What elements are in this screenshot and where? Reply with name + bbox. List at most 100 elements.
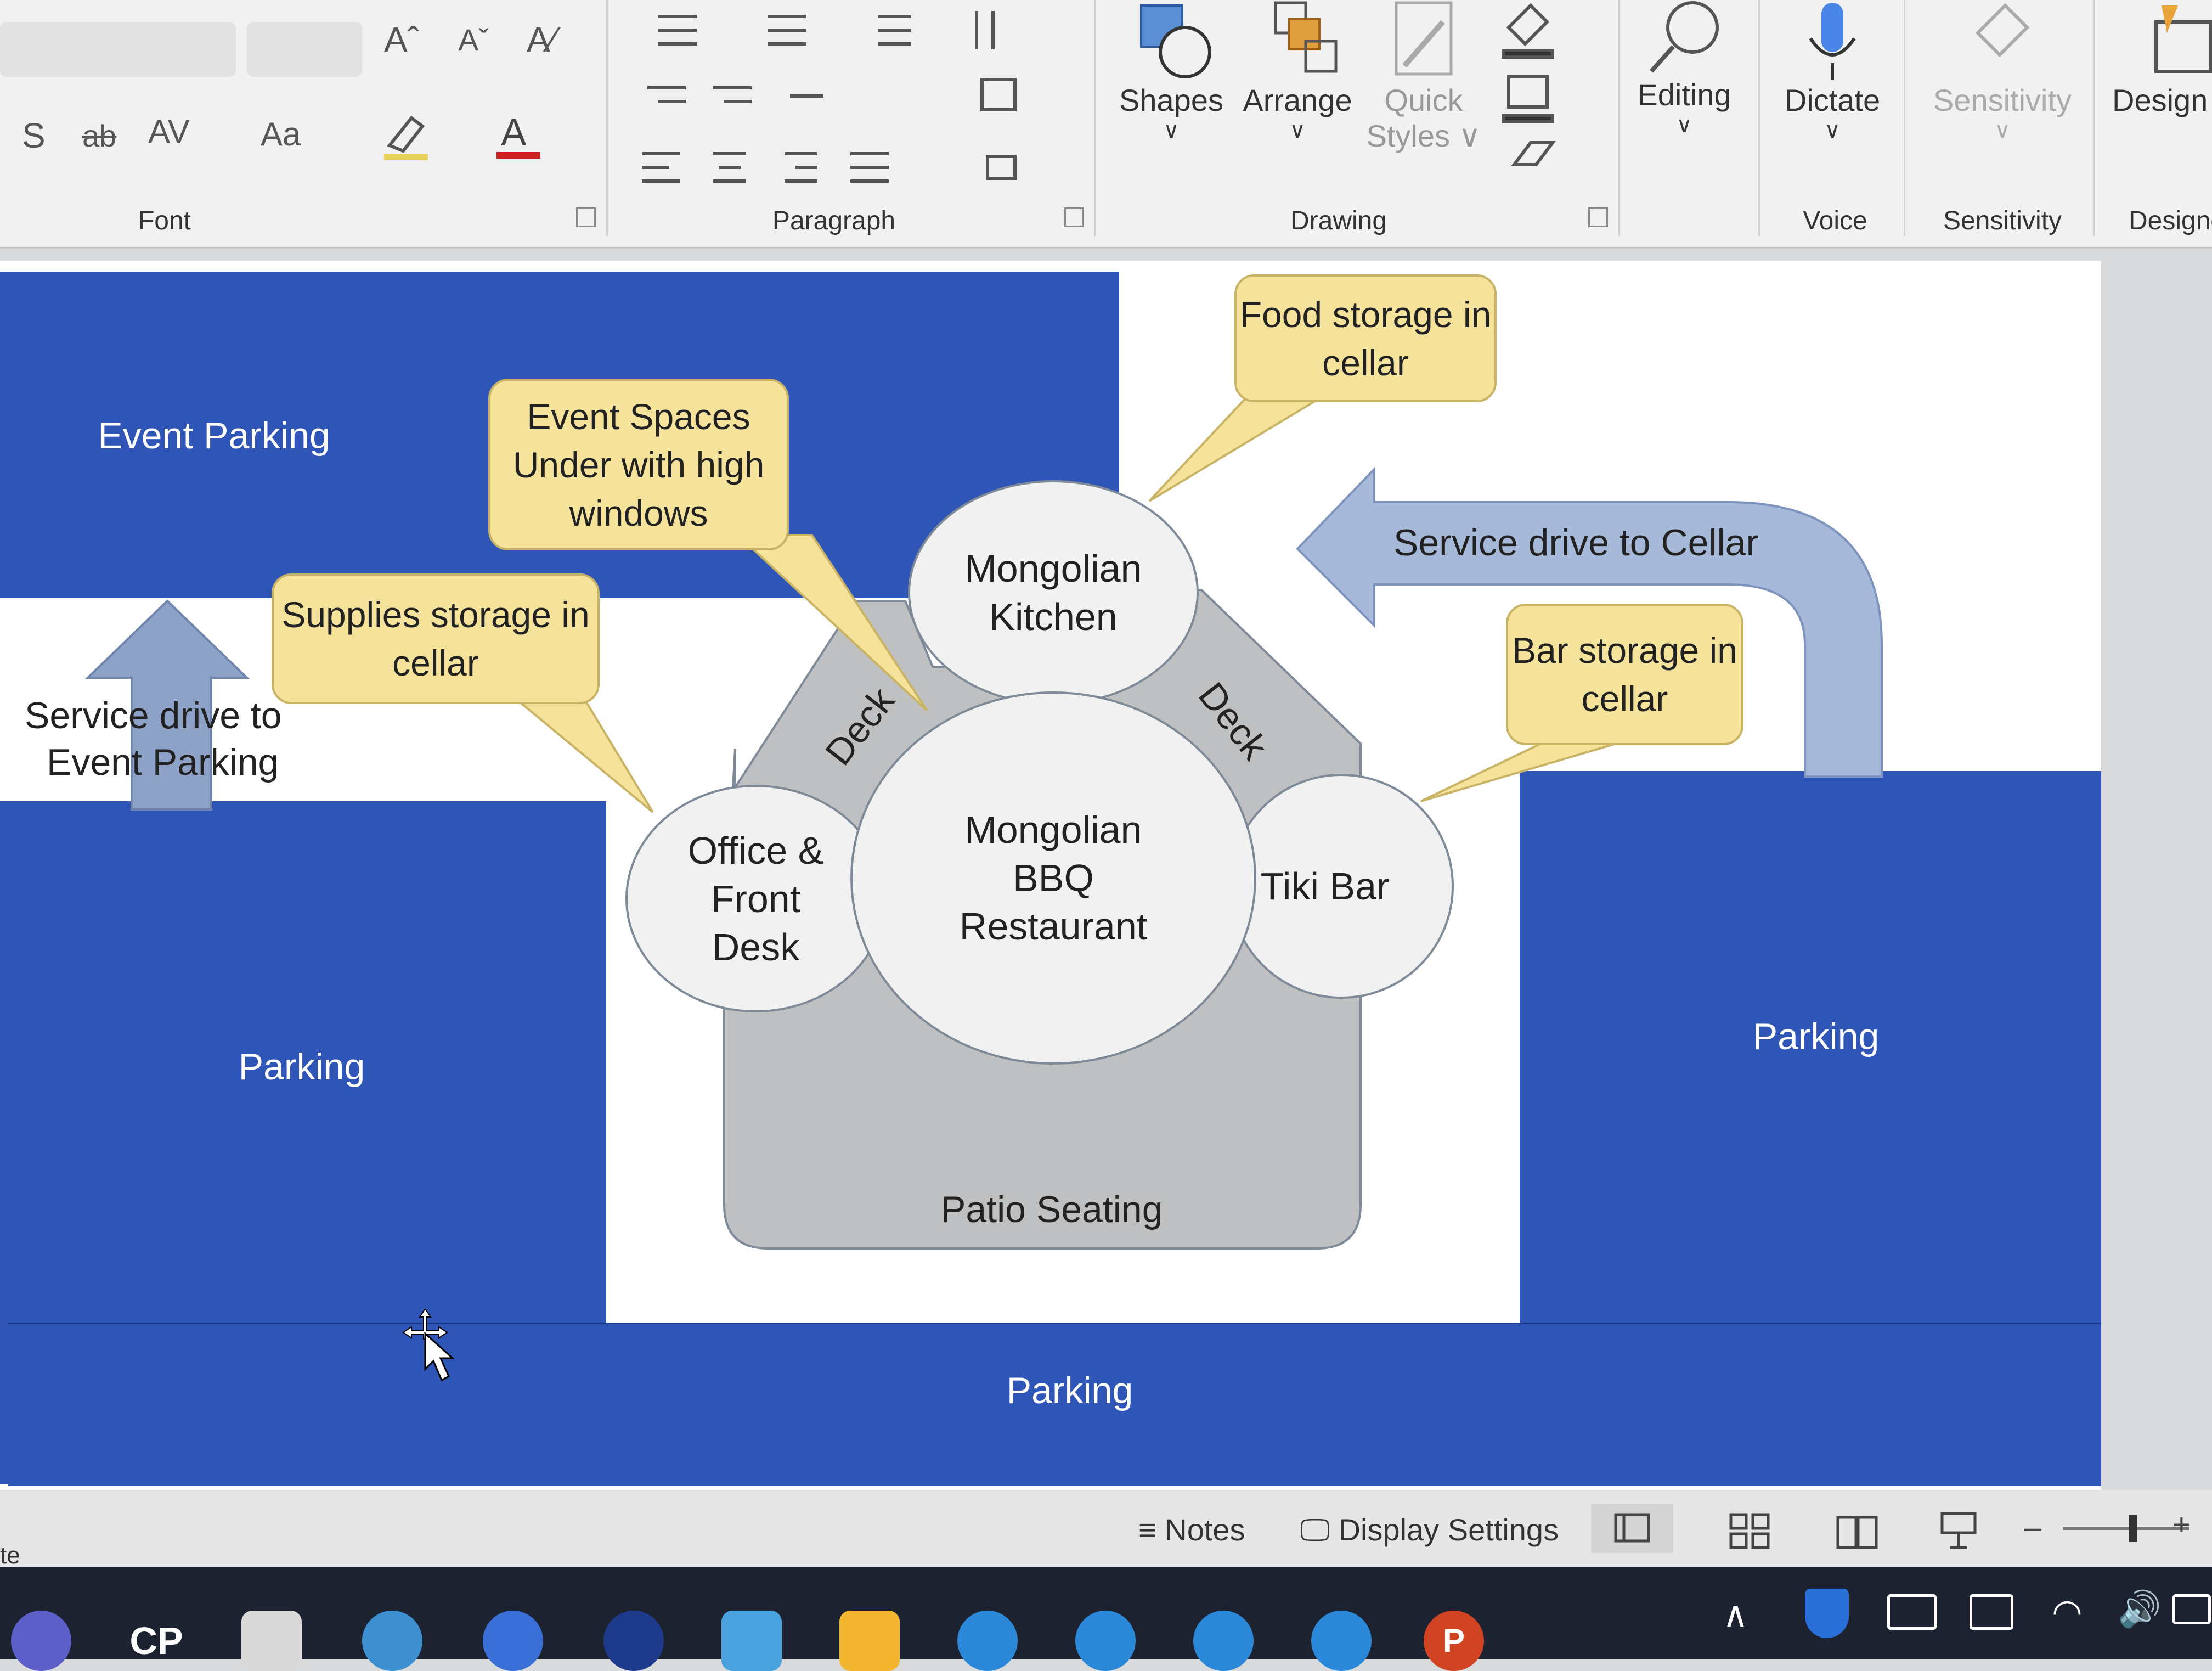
mongolian-kitchen-label: Mongolian Kitchen bbox=[964, 547, 1142, 638]
bar-storage-pointer bbox=[1420, 737, 1635, 802]
notepad-icon[interactable] bbox=[721, 1611, 782, 1671]
display-settings-icon: 🖵 bbox=[1300, 1512, 1330, 1547]
move-cursor-icon bbox=[402, 1309, 455, 1382]
shapes-icon bbox=[1140, 4, 1211, 78]
group-label-paragraph: Paragraph bbox=[772, 206, 896, 235]
callout-bar-storage[interactable]: Bar storage in cellar bbox=[1506, 604, 1743, 745]
notes-label: Notes bbox=[1165, 1512, 1245, 1547]
font-size-combo[interactable] bbox=[247, 22, 362, 77]
shapes-button[interactable]: Shapes ∨ bbox=[1119, 0, 1223, 143]
notes-button[interactable]: ≡ Notes bbox=[1138, 1512, 1245, 1548]
shape-fill-outline-effects-icons[interactable] bbox=[1492, 0, 1580, 176]
office-front-desk-circle[interactable]: Office & Front Desk bbox=[625, 785, 886, 1012]
arrange-label: Arrange bbox=[1243, 83, 1352, 117]
zoom-slider-thumb[interactable] bbox=[2129, 1515, 2137, 1542]
snipping-tool-icon[interactable] bbox=[241, 1611, 302, 1671]
group-label-voice: Voice bbox=[1803, 206, 1867, 235]
grow-font-icon[interactable]: Aˆ bbox=[384, 19, 419, 60]
chat-app-icon[interactable] bbox=[603, 1611, 664, 1671]
chevron-up-icon[interactable]: ∧ bbox=[1723, 1594, 1748, 1635]
edge-icon[interactable] bbox=[957, 1611, 1018, 1671]
restaurant-label: Mongolian BBQ Restaurant bbox=[959, 808, 1148, 948]
zoom-out-icon[interactable]: – bbox=[2024, 1509, 2046, 1545]
callout-supplies-storage[interactable]: Supplies storage in cellar bbox=[272, 573, 600, 704]
edge-profile-icon[interactable] bbox=[1311, 1611, 1372, 1671]
dictate-label: Dictate bbox=[1784, 83, 1881, 117]
editing-button[interactable]: Editing ∨ bbox=[1629, 0, 1739, 138]
font-name-combo[interactable] bbox=[0, 22, 236, 77]
paragraph-tools-icons[interactable] bbox=[636, 5, 1075, 187]
highlighter-icon[interactable] bbox=[379, 107, 439, 162]
touchpad-icon[interactable] bbox=[1970, 1594, 2013, 1630]
service-drive-event-label-2: Event Parking bbox=[47, 741, 279, 783]
edge-profile-icon[interactable] bbox=[1075, 1611, 1136, 1671]
chevron-down-icon: ∨ bbox=[1824, 119, 1841, 143]
font-color-icon[interactable]: A bbox=[491, 107, 551, 162]
globe-app-icon[interactable] bbox=[362, 1611, 422, 1671]
tiki-bar-circle[interactable]: Tiki Bar bbox=[1229, 774, 1454, 999]
change-case-icon[interactable]: Aa bbox=[261, 115, 301, 153]
cp-app-icon[interactable]: CP bbox=[126, 1611, 187, 1671]
zoom-slider[interactable] bbox=[2063, 1527, 2189, 1530]
arrange-button[interactable]: Arrange ∨ bbox=[1237, 0, 1358, 143]
paragraph-dialog-launcher[interactable] bbox=[1064, 207, 1084, 227]
keyboard-icon[interactable] bbox=[1887, 1594, 1937, 1630]
notes-icon: ≡ bbox=[1138, 1512, 1156, 1547]
zoom-in-icon[interactable]: + bbox=[2172, 1506, 2191, 1542]
font-dialog-launcher[interactable] bbox=[576, 207, 596, 227]
service-drive-cellar-label: Service drive to Cellar bbox=[1393, 522, 1759, 564]
drawing-dialog-launcher[interactable] bbox=[1588, 207, 1608, 227]
magnifier-icon bbox=[1650, 1, 1719, 73]
patio-label: Patio Seating bbox=[941, 1189, 1163, 1230]
battery-icon[interactable] bbox=[2172, 1594, 2211, 1624]
clear-formatting-icon[interactable]: A⁄ bbox=[527, 19, 556, 60]
security-shield-icon[interactable] bbox=[1805, 1589, 1849, 1638]
text-shadow-icon[interactable]: S bbox=[22, 115, 46, 156]
restaurant-circle[interactable]: Mongolian BBQ Restaurant bbox=[850, 691, 1256, 1065]
designer-button[interactable]: Design bbox=[2112, 0, 2212, 118]
group-separator bbox=[1904, 0, 1905, 236]
mongolian-kitchen-circle[interactable]: Mongolian Kitchen bbox=[908, 480, 1199, 705]
chevron-down-icon: ∨ bbox=[1994, 119, 2011, 143]
chevron-down-icon: ∨ bbox=[1676, 113, 1692, 137]
shrink-font-icon[interactable]: Aˇ bbox=[458, 22, 489, 58]
editing-label: Editing bbox=[1637, 77, 1731, 112]
callout-event-spaces[interactable]: Event Spaces Under with high windows bbox=[488, 379, 789, 550]
strikethrough-icon[interactable]: ab bbox=[82, 118, 116, 154]
powerpoint-icon[interactable]: P bbox=[1424, 1611, 1484, 1671]
group-label-font: Font bbox=[138, 206, 191, 235]
teams-icon[interactable] bbox=[11, 1611, 71, 1671]
quick-styles-icon bbox=[1395, 1, 1453, 76]
group-separator bbox=[1618, 0, 1620, 236]
display-settings-button[interactable]: 🖵 Display Settings bbox=[1300, 1512, 1559, 1549]
file-explorer-icon[interactable] bbox=[839, 1611, 900, 1671]
dictate-button[interactable]: Dictate ∨ bbox=[1772, 0, 1893, 143]
character-spacing-icon[interactable]: AV bbox=[148, 112, 190, 150]
volume-icon[interactable]: 🔊 bbox=[2118, 1589, 2162, 1630]
designer-label: Design bbox=[2112, 83, 2208, 117]
service-drive-event-label-1: Service drive to bbox=[25, 695, 282, 736]
normal-view-button[interactable] bbox=[1591, 1504, 1673, 1553]
reading-view-icon[interactable] bbox=[1835, 1512, 1879, 1550]
status-left-text: te bbox=[0, 1542, 20, 1569]
chevron-down-icon: ∨ bbox=[1163, 119, 1180, 143]
arrange-icon bbox=[1274, 1, 1338, 73]
callout-food-storage[interactable]: Food storage in cellar bbox=[1234, 274, 1497, 402]
food-storage-pointer bbox=[1148, 386, 1343, 502]
sensitivity-button[interactable]: Sensitivity ∨ bbox=[1920, 0, 2085, 143]
display-settings-label: Display Settings bbox=[1338, 1512, 1559, 1547]
wifi-icon[interactable]: ◠ bbox=[2052, 1591, 2083, 1633]
slide-show-icon[interactable] bbox=[1937, 1509, 1980, 1553]
office-label: Office & Front Desk bbox=[687, 829, 824, 969]
slide-sorter-icon[interactable] bbox=[1728, 1512, 1772, 1550]
chevron-down-icon: ∨ bbox=[1289, 119, 1306, 143]
slide-canvas[interactable]: Event Parking Parking Parking Parking Se… bbox=[0, 261, 2101, 1490]
shapes-label: Shapes bbox=[1119, 83, 1223, 117]
edge-profile-icon[interactable] bbox=[1193, 1611, 1254, 1671]
group-separator bbox=[606, 0, 608, 236]
status-bar: te ≡ Notes 🖵 Display Settings – + bbox=[0, 1490, 2212, 1569]
sensitivity-icon bbox=[1975, 3, 2030, 58]
quick-styles-button[interactable]: Quick Styles ∨ bbox=[1366, 0, 1481, 154]
settings-app-icon[interactable] bbox=[483, 1611, 543, 1671]
group-separator bbox=[2093, 0, 2095, 236]
